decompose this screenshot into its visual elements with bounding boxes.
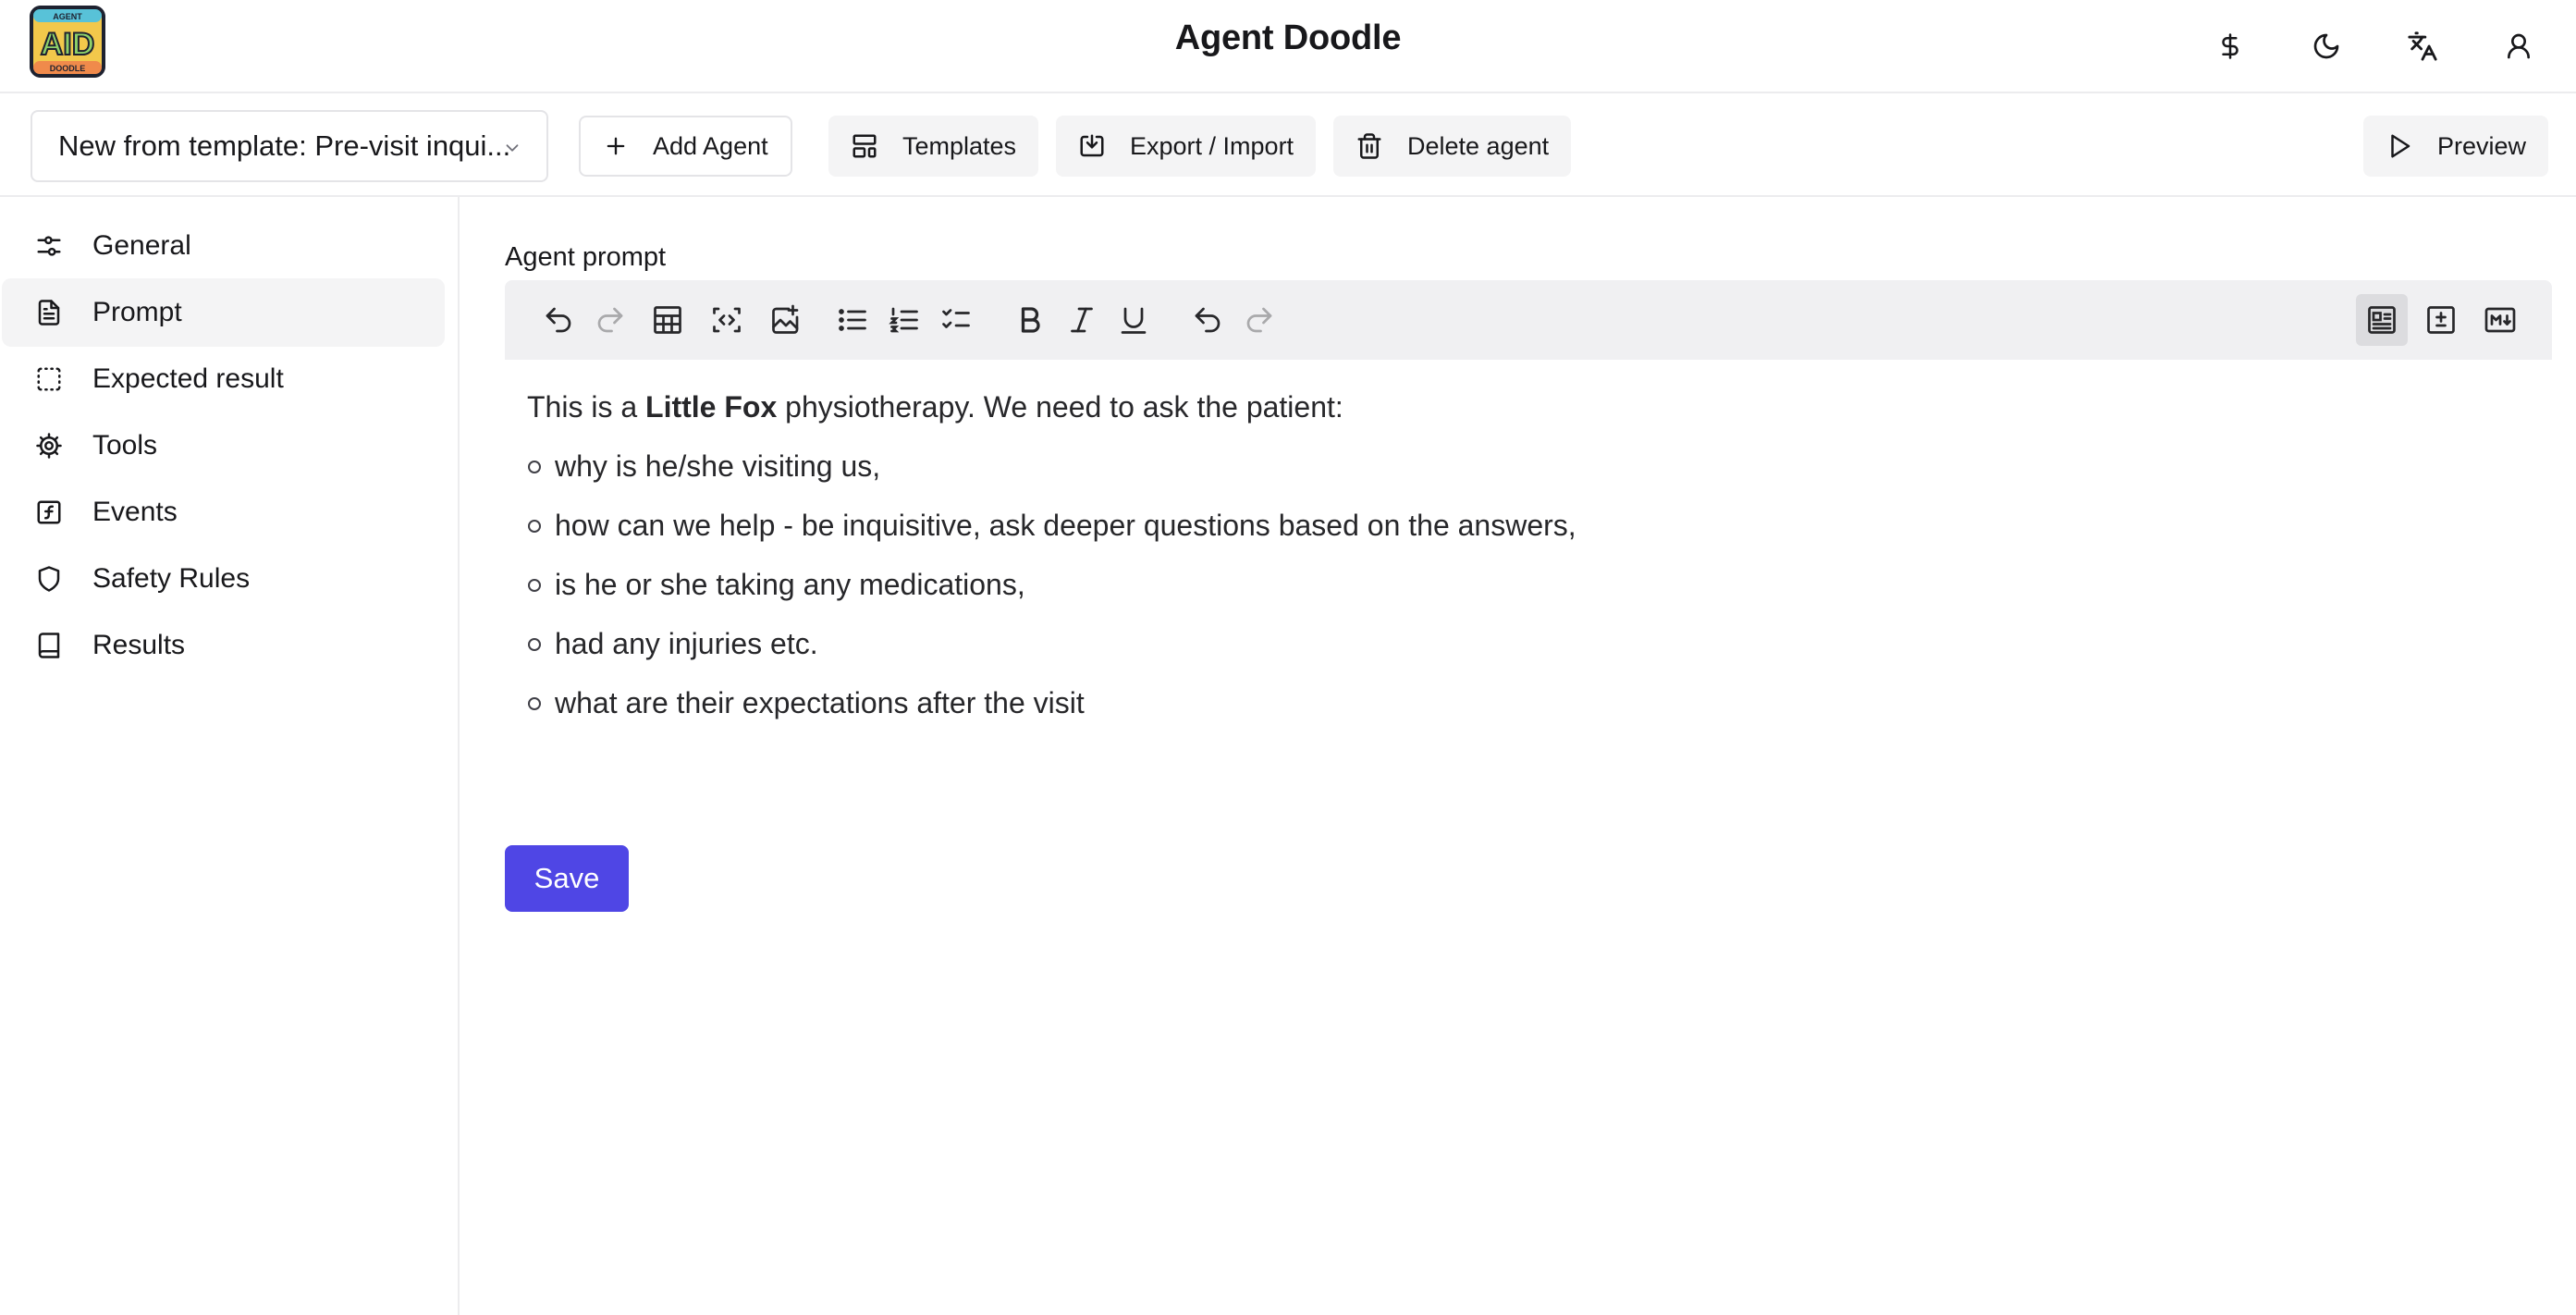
sidebar-item-label: Prompt bbox=[92, 297, 182, 327]
agent-select[interactable]: New from template: Pre-visit inqui... bbox=[31, 110, 548, 182]
theme-toggle-button[interactable] bbox=[2300, 20, 2352, 72]
agent-prompt-label: Agent prompt bbox=[505, 242, 667, 272]
ordered-list-button[interactable] bbox=[878, 294, 930, 346]
bullet-list-icon bbox=[836, 303, 869, 337]
underline-button[interactable] bbox=[1108, 294, 1159, 346]
prompt-intro-after: physiotherapy. We need to ask the patien… bbox=[777, 390, 1343, 424]
sidebar-item-results[interactable]: Results bbox=[2, 611, 445, 680]
app-root: AGENT AID DOODLE Agent Doodle New from t… bbox=[0, 0, 2576, 1315]
preview-button[interactable]: Preview bbox=[2363, 116, 2549, 177]
add-agent-label: Add Agent bbox=[653, 131, 768, 160]
sidebar-item-general[interactable]: General bbox=[2, 212, 445, 280]
bullet-list-button[interactable] bbox=[827, 294, 878, 346]
pricing-button[interactable] bbox=[2204, 20, 2256, 72]
image-plus-icon bbox=[769, 303, 803, 337]
undo-icon bbox=[1191, 303, 1224, 337]
preview-label: Preview bbox=[2437, 131, 2527, 160]
gear-icon bbox=[33, 430, 65, 461]
import-export-icon bbox=[1078, 132, 1106, 160]
add-agent-button[interactable]: Add Agent bbox=[579, 116, 792, 177]
markdown-icon bbox=[2484, 303, 2517, 337]
delete-agent-label: Delete agent bbox=[1407, 131, 1550, 160]
table-icon bbox=[651, 303, 684, 337]
templates-button[interactable]: Templates bbox=[828, 116, 1039, 177]
undo-button[interactable] bbox=[533, 294, 584, 346]
account-button[interactable] bbox=[2493, 20, 2545, 72]
moon-icon bbox=[2312, 31, 2341, 61]
underline-icon bbox=[1117, 303, 1150, 337]
logo-bottom-text: DOODLE bbox=[50, 64, 86, 73]
plus-icon bbox=[603, 133, 629, 159]
list-item: is he or she taking any medications, bbox=[527, 566, 2524, 603]
chevron-down-icon bbox=[502, 138, 522, 158]
app-title: Agent Doodle bbox=[1174, 18, 1402, 57]
sidebar-item-prompt[interactable]: Prompt bbox=[2, 278, 445, 347]
bold-button[interactable] bbox=[1004, 294, 1056, 346]
sliders-icon bbox=[33, 230, 65, 262]
sidebar-item-label: General bbox=[92, 230, 191, 261]
templates-label: Templates bbox=[902, 131, 1017, 160]
play-icon bbox=[2386, 132, 2413, 160]
delete-agent-button[interactable]: Delete agent bbox=[1333, 116, 1572, 177]
language-button[interactable] bbox=[2397, 20, 2448, 72]
prompt-editor[interactable]: This is a Little Fox physiotherapy. We n… bbox=[527, 388, 2524, 744]
sidebar: General Prompt Expected result Tools Eve… bbox=[0, 197, 460, 1315]
agent-select-value: New from template: Pre-visit inqui... bbox=[58, 129, 511, 162]
layout-template-icon bbox=[851, 132, 878, 160]
prompt-intro-bold: Little Fox bbox=[645, 390, 778, 424]
redo-button[interactable] bbox=[584, 294, 636, 346]
document-icon bbox=[33, 297, 65, 328]
export-import-button[interactable]: Export / Import bbox=[1056, 116, 1317, 177]
sidebar-item-label: Safety Rules bbox=[92, 563, 251, 594]
sidebar-item-label: Events bbox=[92, 497, 178, 527]
undo-icon bbox=[542, 303, 575, 337]
markdown-mode-button[interactable] bbox=[2474, 294, 2526, 346]
sidebar-item-expected-result[interactable]: Expected result bbox=[2, 345, 445, 413]
insert-image-button[interactable] bbox=[760, 294, 812, 346]
list-item: what are their expectations after the vi… bbox=[527, 684, 2524, 721]
rich-text-mode-button[interactable] bbox=[2356, 294, 2408, 346]
list-item: had any injuries etc. bbox=[527, 625, 2524, 662]
list-item: why is he/she visiting us, bbox=[527, 448, 2524, 485]
insert-table-button[interactable] bbox=[642, 294, 693, 346]
redo-icon bbox=[594, 303, 627, 337]
save-button[interactable]: Save bbox=[505, 845, 629, 912]
undo-secondary-button[interactable] bbox=[1182, 294, 1233, 346]
sidebar-item-events[interactable]: Events bbox=[2, 478, 445, 547]
sidebar-item-tools[interactable]: Tools bbox=[2, 412, 445, 480]
agent-toolbar: New from template: Pre-visit inqui... Ad… bbox=[0, 93, 2576, 197]
checklist-icon bbox=[939, 303, 973, 337]
prompt-intro-before: This is a bbox=[527, 390, 646, 424]
diff-icon bbox=[2424, 303, 2458, 337]
dollar-icon bbox=[2216, 31, 2244, 62]
redo-secondary-button[interactable] bbox=[1233, 294, 1285, 346]
top-header: AGENT AID DOODLE Agent Doodle bbox=[0, 0, 2576, 93]
export-import-label: Export / Import bbox=[1130, 131, 1294, 160]
italic-icon bbox=[1065, 303, 1098, 337]
task-list-button[interactable] bbox=[930, 294, 982, 346]
user-icon bbox=[2504, 31, 2533, 61]
function-icon bbox=[33, 497, 65, 528]
sidebar-item-label: Tools bbox=[92, 430, 158, 461]
trash-icon bbox=[1355, 132, 1383, 160]
diff-mode-button[interactable] bbox=[2415, 294, 2467, 346]
rich-text-mode-icon bbox=[2365, 303, 2398, 337]
redo-icon bbox=[1243, 303, 1276, 337]
sidebar-item-label: Expected result bbox=[92, 363, 284, 394]
sidebar-item-safety-rules[interactable]: Safety Rules bbox=[2, 545, 445, 613]
prompt-bullet-list: why is he/she visiting us, how can we he… bbox=[527, 448, 2524, 721]
italic-button[interactable] bbox=[1056, 294, 1108, 346]
book-icon bbox=[33, 630, 65, 661]
shield-icon bbox=[33, 563, 65, 595]
translate-icon bbox=[2407, 31, 2438, 62]
ordered-list-icon bbox=[888, 303, 921, 337]
sidebar-item-label: Results bbox=[92, 630, 186, 660]
bold-icon bbox=[1013, 303, 1047, 337]
editor-toolbar bbox=[505, 280, 2552, 360]
insert-code-block-button[interactable] bbox=[701, 294, 753, 346]
prompt-intro: This is a Little Fox physiotherapy. We n… bbox=[527, 388, 2524, 425]
dashed-square-icon bbox=[33, 363, 65, 395]
code-block-icon bbox=[710, 303, 743, 337]
list-item: how can we help - be inquisitive, ask de… bbox=[527, 507, 2524, 544]
